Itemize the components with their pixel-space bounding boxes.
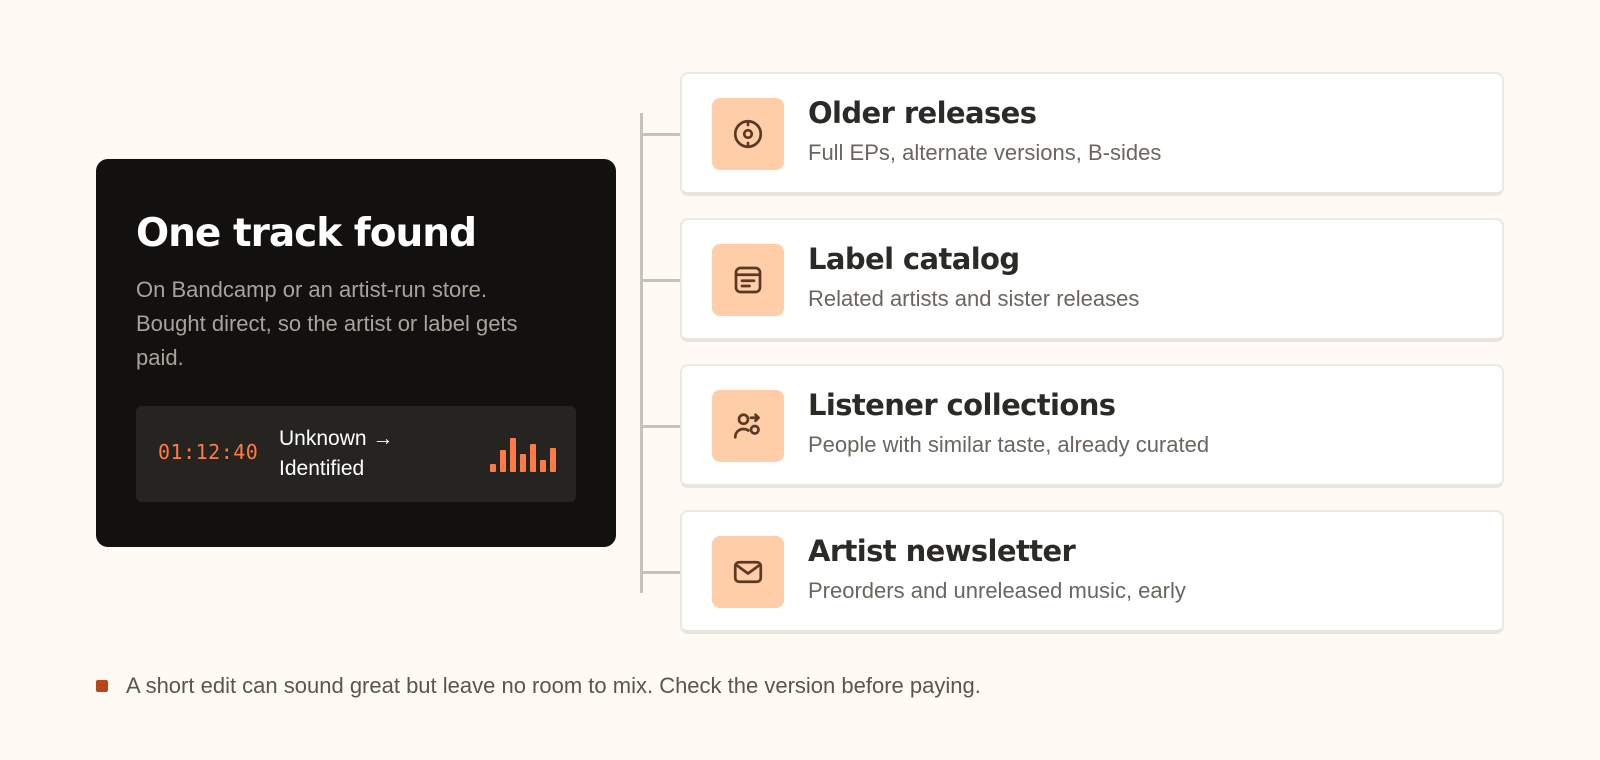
option-subtitle: Full EPs, alternate versions, B-sides (808, 140, 1162, 165)
eq-bar (500, 450, 506, 472)
people-share-icon (712, 390, 784, 462)
envelope-icon (712, 536, 784, 608)
result-title: One track found (136, 211, 477, 256)
track-identification-status: Unknown → Identified (279, 427, 394, 480)
track-timecode: 01:12:40 (158, 440, 259, 464)
option-subtitle: Related artists and sister releases (808, 286, 1140, 311)
eq-bar (490, 464, 496, 472)
eq-bar (510, 438, 516, 472)
eq-bar (540, 460, 546, 472)
connector-branch (640, 133, 680, 136)
eq-bar (520, 454, 526, 472)
result-card: One track found On Bandcamp or an artist… (96, 159, 616, 547)
track-status-bar: 01:12:40 Unknown → Identified (136, 406, 576, 502)
connector-branch (640, 279, 680, 282)
option-older-releases[interactable]: Older releases Full EPs, alternate versi… (680, 72, 1504, 196)
eq-bar (550, 448, 556, 472)
connector-branch (640, 425, 680, 428)
catalog-box-icon (712, 244, 784, 316)
connector-branch (640, 571, 680, 574)
option-title: Label catalog (808, 242, 1020, 276)
option-title: Artist newsletter (808, 534, 1076, 568)
footer-note-text: A short edit can sound great but leave n… (126, 673, 981, 698)
option-label-catalog[interactable]: Label catalog Related artists and sister… (680, 218, 1504, 342)
eq-bar (530, 444, 536, 472)
equalizer-bars-icon (490, 436, 556, 472)
footer-note: A short edit can sound great but leave n… (96, 673, 981, 699)
result-description: On Bandcamp or an artist-run store. Boug… (136, 277, 518, 370)
option-title: Older releases (808, 96, 1037, 130)
connector-trunk (640, 113, 643, 593)
bullet-icon (96, 680, 108, 692)
option-subtitle: Preorders and unreleased music, early (808, 578, 1186, 603)
vinyl-disc-icon (712, 98, 784, 170)
option-listener-collections[interactable]: Listener collections People with similar… (680, 364, 1504, 488)
option-subtitle: People with similar taste, already curat… (808, 432, 1210, 457)
option-artist-newsletter[interactable]: Artist newsletter Preorders and unreleas… (680, 510, 1504, 634)
option-title: Listener collections (808, 388, 1116, 422)
